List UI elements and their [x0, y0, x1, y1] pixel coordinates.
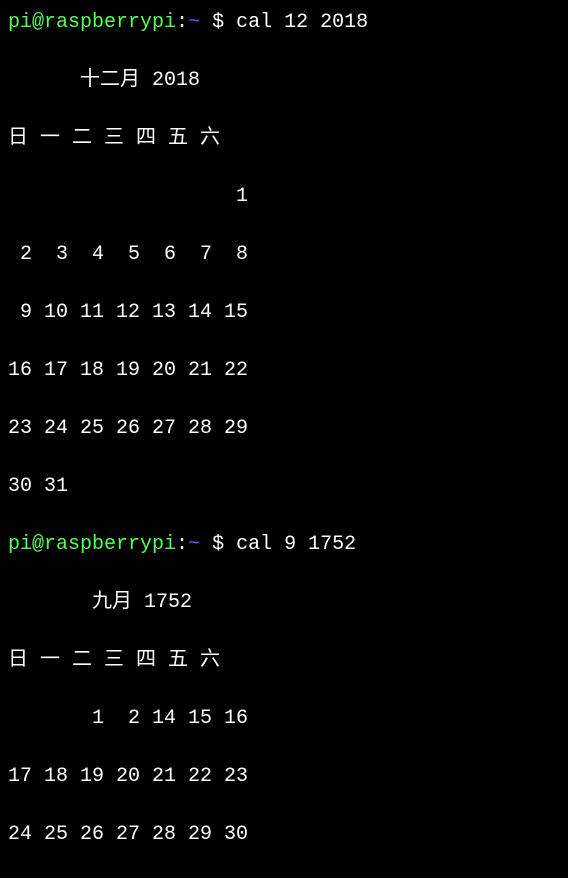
cal-output-1: 十二月 2018 日 一 二 三 四 五 六 1 2 3 4 5 6 7 8 9… — [8, 37, 560, 530]
user-host-1: pi@raspberrypi — [8, 11, 176, 34]
cal2-row-1: 17 18 19 20 21 22 23 — [8, 762, 560, 791]
command-1: cal 12 2018 — [236, 11, 368, 34]
cal2-weekdays: 日 一 二 三 四 五 六 — [8, 646, 560, 675]
cal1-row-2: 9 10 11 12 13 14 15 — [8, 298, 560, 327]
dollar-1: $ — [200, 11, 236, 34]
prompt-line-2[interactable]: pi@raspberrypi:~ $ cal 9 1752 — [8, 530, 560, 559]
cal2-row-0: 1 2 14 15 16 — [8, 704, 560, 733]
colon-2: : — [176, 533, 188, 556]
path-2: ~ — [188, 533, 200, 556]
cal1-row-4: 23 24 25 26 27 28 29 — [8, 414, 560, 443]
cal1-row-5: 30 31 — [8, 472, 560, 501]
prompt-line-1[interactable]: pi@raspberrypi:~ $ cal 12 2018 — [8, 8, 560, 37]
colon-1: : — [176, 11, 188, 34]
cal2-title: 九月 1752 — [8, 588, 560, 617]
cal2-row-2: 24 25 26 27 28 29 30 — [8, 820, 560, 849]
cal-output-2: 九月 1752 日 一 二 三 四 五 六 1 2 14 15 16 17 18… — [8, 559, 560, 878]
cal1-title: 十二月 2018 — [8, 66, 560, 95]
cal1-row-0: 1 — [8, 182, 560, 211]
command-2: cal 9 1752 — [236, 533, 356, 556]
cal1-row-3: 16 17 18 19 20 21 22 — [8, 356, 560, 385]
dollar-2: $ — [200, 533, 236, 556]
path-1: ~ — [188, 11, 200, 34]
cal1-row-1: 2 3 4 5 6 7 8 — [8, 240, 560, 269]
cal1-weekdays: 日 一 二 三 四 五 六 — [8, 124, 560, 153]
user-host-2: pi@raspberrypi — [8, 533, 176, 556]
